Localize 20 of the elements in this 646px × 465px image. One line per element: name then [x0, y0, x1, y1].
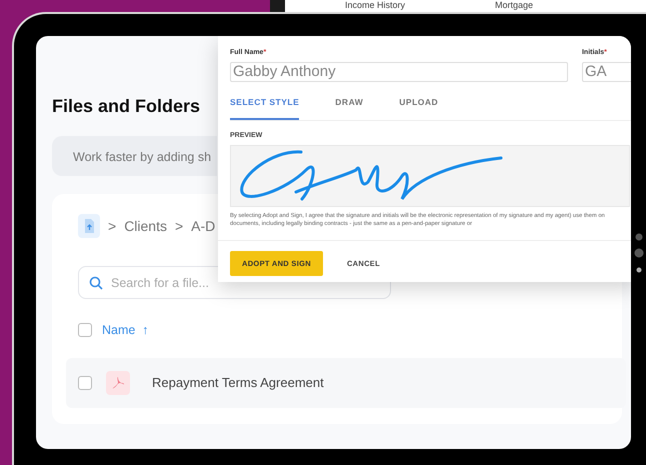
breadcrumb-link[interactable]: A-D — [191, 216, 216, 236]
breadcrumb-separator: > — [174, 216, 184, 236]
name-column-header[interactable]: Name ↑ — [102, 321, 149, 340]
breadcrumb-link[interactable]: Clients — [124, 216, 167, 236]
file-name: Repayment Terms Agreement — [152, 374, 324, 392]
page-title: Files and Folders — [52, 95, 200, 118]
style-tab[interactable]: UPLOAD — [399, 96, 438, 120]
style-tab[interactable]: SELECT STYLE — [230, 96, 300, 120]
search-icon — [89, 276, 103, 290]
row-checkbox[interactable] — [78, 376, 92, 390]
tip-banner: Work faster by adding sh — [52, 136, 217, 176]
style-tab[interactable]: DRAW — [335, 96, 364, 120]
background-tab-label: Income History — [345, 0, 406, 12]
full-name-field[interactable]: Gabby Anthony — [230, 62, 568, 82]
background-tab-label: Mortgage — [495, 0, 534, 12]
file-icon[interactable] — [78, 214, 100, 238]
breadcrumb-separator: > — [108, 216, 116, 236]
pdf-file-icon — [106, 370, 130, 395]
select-all-checkbox[interactable] — [78, 323, 92, 338]
initials-field[interactable]: GA — [582, 62, 631, 82]
